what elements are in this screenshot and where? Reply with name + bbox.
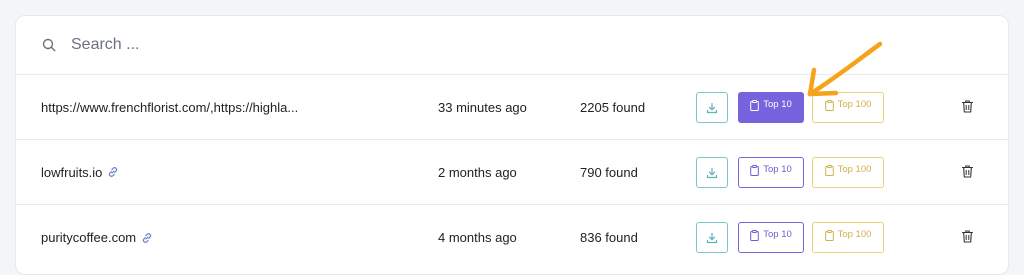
top10-label: Top 10 xyxy=(763,229,792,240)
download-button[interactable] xyxy=(696,222,728,253)
top100-button[interactable]: Top 100 xyxy=(812,157,884,188)
results-card: https://www.frenchflorist.com/,https://h… xyxy=(15,15,1009,275)
download-icon xyxy=(706,232,718,243)
search-icon xyxy=(42,38,56,52)
url-cell: https://www.frenchflorist.com/,https://h… xyxy=(41,75,421,139)
download-icon xyxy=(706,167,718,178)
trash-icon[interactable] xyxy=(962,165,973,178)
top10-button[interactable]: Top 10 xyxy=(738,92,804,123)
results-list: https://www.frenchflorist.com/,https://h… xyxy=(16,75,1008,270)
row-time: 33 minutes ago xyxy=(438,99,527,115)
search-bar xyxy=(16,16,1008,75)
trash-icon[interactable] xyxy=(962,100,973,113)
clipboard-icon xyxy=(824,165,834,176)
clipboard-icon xyxy=(750,165,760,176)
row-url[interactable]: puritycoffee.com xyxy=(41,230,136,245)
table-row: lowfruits.io 2 months ago 790 found Top … xyxy=(16,140,1008,205)
top100-label: Top 100 xyxy=(837,164,872,175)
download-button[interactable] xyxy=(696,157,728,188)
row-count: 790 found xyxy=(580,164,638,180)
row-count: 836 found xyxy=(580,230,638,245)
count-cell: 790 found xyxy=(580,140,638,204)
url-cell: lowfruits.io xyxy=(41,140,421,204)
row-url: https://www.frenchflorist.com/,https://h… xyxy=(41,99,299,115)
row-time: 4 months ago xyxy=(438,230,517,245)
row-count: 2205 found xyxy=(580,99,646,115)
clipboard-icon xyxy=(750,230,760,241)
url-cell: puritycoffee.com xyxy=(41,205,421,270)
download-icon xyxy=(706,102,718,113)
link-icon[interactable] xyxy=(107,166,119,178)
top100-button[interactable]: Top 100 xyxy=(812,222,884,253)
clipboard-icon xyxy=(824,100,834,111)
search-input[interactable] xyxy=(71,36,471,54)
download-button[interactable] xyxy=(696,92,728,123)
row-time: 2 months ago xyxy=(438,164,517,180)
row-url[interactable]: lowfruits.io xyxy=(41,165,102,180)
top10-label: Top 10 xyxy=(763,99,792,110)
clipboard-icon xyxy=(824,230,834,241)
table-row: https://www.frenchflorist.com/,https://h… xyxy=(16,75,1008,140)
time-cell: 2 months ago xyxy=(438,140,517,204)
count-cell: 836 found xyxy=(580,205,638,270)
top100-button[interactable]: Top 100 xyxy=(812,92,884,123)
top100-label: Top 100 xyxy=(837,229,872,240)
clipboard-icon xyxy=(750,100,760,111)
top10-button[interactable]: Top 10 xyxy=(738,157,804,188)
link-icon[interactable] xyxy=(141,232,153,244)
table-row: puritycoffee.com 4 months ago 836 found xyxy=(16,205,1008,270)
top100-label: Top 100 xyxy=(837,99,872,110)
trash-icon[interactable] xyxy=(962,230,973,243)
count-cell: 2205 found xyxy=(580,75,645,139)
time-cell: 4 months ago xyxy=(438,205,517,270)
time-cell: 33 minutes ago xyxy=(438,75,527,139)
top10-button[interactable]: Top 10 xyxy=(738,222,804,253)
top10-label: Top 10 xyxy=(763,164,792,175)
